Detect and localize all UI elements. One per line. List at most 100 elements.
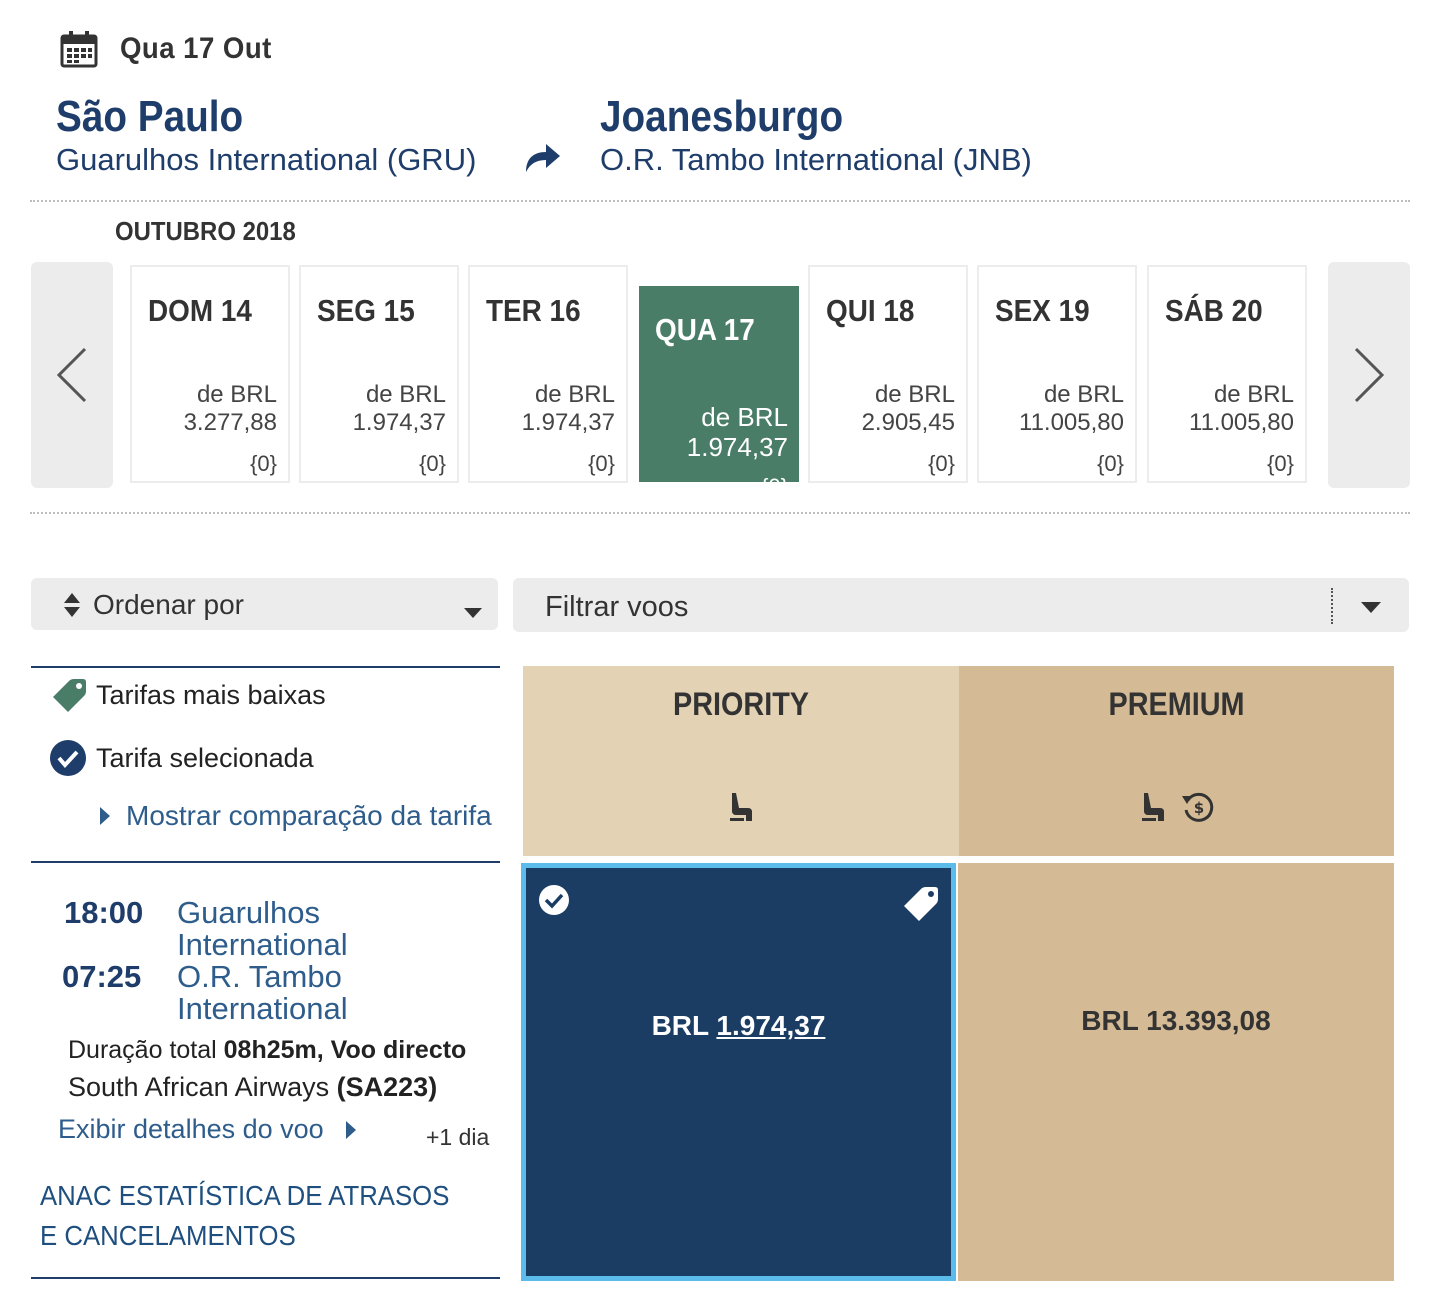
month-label: OUTUBRO 2018 [115,216,296,246]
day-count: {0} [1097,451,1124,476]
legend-selected-text: Tarifa selecionada [96,742,314,773]
refund-icon: $ [1181,792,1213,822]
plus-day-indicator: +1 dia [426,1124,490,1150]
fare-amount: BRL 13.393,08 [958,1005,1394,1037]
departure-airport: Guarulhos International [177,895,348,962]
day-card[interactable]: TER 16 de BRL 1.974,37 {0} [468,265,628,483]
prev-week-button[interactable] [31,262,113,488]
chevron-down-icon [464,608,482,618]
airline-info: South African Airways (SA223) [68,1072,437,1103]
fare-header-priority: PRIORITY [523,666,959,856]
fare-price[interactable]: 1.974,37 [716,1010,825,1041]
filter-dropdown[interactable]: Filtrar voos [513,578,1409,632]
day-name: QUI 18 [826,293,915,328]
day-price: 2.905,45 [861,409,955,436]
day-price: 3.277,88 [183,409,277,436]
anac-statistics-link[interactable]: ANAC ESTATÍSTICA DE ATRASOS E CANCELAMEN… [40,1176,472,1256]
caret-right-icon [100,807,110,825]
day-price: 1.974,37 [686,432,788,462]
seat-icon [1141,793,1164,821]
day-price: 11.005,80 [1189,409,1294,436]
day-price-prefix: de BRL [365,381,446,408]
divider [31,861,500,863]
day-count: {0} [419,451,446,476]
sort-updown-icon [64,593,80,617]
divider [30,200,1410,202]
day-card[interactable]: SÁB 20 de BRL 11.005,80 {0} [1147,265,1307,483]
day-count: {0} [1267,451,1294,476]
day-name: SEX 19 [995,293,1090,328]
calendar-icon [60,31,98,68]
departure-time: 18:00 [64,895,144,930]
caret-right-icon [345,1120,356,1139]
day-name: SÁB 20 [1165,293,1263,328]
fare-amount: BRL 1.974,37 [526,1010,951,1042]
day-price: 1.974,37 [521,409,615,436]
fare-price: 13.393,08 [1146,1005,1271,1036]
price-tag-icon [53,679,86,712]
day-name: DOM 14 [148,293,252,328]
legend-selected-fare: Tarifa selecionada [48,738,314,778]
arrival-airport: O.R. Tambo International [177,959,348,1026]
day-name: SEG 15 [317,293,415,328]
day-card[interactable]: SEX 19 de BRL 11.005,80 {0} [977,265,1137,483]
divider [31,666,500,668]
seat-icon [730,793,752,821]
day-price-prefix: de BRL [534,381,615,408]
origin-airport: Guarulhos International (GRU) [56,142,477,177]
day-price-prefix: de BRL [1043,381,1124,408]
duration-value: 08h25m, Voo directo [223,1036,467,1064]
day-count: {0} [588,451,615,476]
svg-text:$: $ [1193,799,1203,817]
duration-label: Duração total [68,1036,217,1064]
day-card-selected[interactable]: QUA 17 de BRL 1.974,37 {0} [639,286,799,482]
destination-city: Joanesburgo [600,92,844,141]
fare-currency: BRL [651,1010,709,1041]
day-count: {0} [250,451,277,476]
flight-details-link[interactable]: Exibir detalhes do voo [58,1114,356,1145]
origin-city: São Paulo [56,92,244,141]
sort-label: Ordenar por [93,589,244,620]
fare-header-premium: PREMIUM $ [959,666,1394,856]
day-price-prefix: de BRL [196,381,277,408]
price-tag-icon [904,887,938,921]
fare-cell-priority[interactable]: BRL 1.974,37 [521,863,956,1281]
chevron-left-icon [56,347,87,403]
date-text: Qua 17 Out [120,32,272,65]
legend-lowest-text: Tarifas mais baixas [96,679,326,710]
flight-date: Qua 17 Out [60,24,285,74]
day-count: {0} [928,451,955,476]
fare-cell-premium[interactable]: BRL 13.393,08 [958,863,1394,1281]
sort-dropdown[interactable]: Ordenar por [31,578,498,630]
day-price: 1.974,37 [352,409,446,436]
compare-fares-link[interactable]: Mostrar comparação da tarifa [100,800,492,832]
airline-name: South African Airways [68,1072,330,1102]
separator [1331,588,1333,624]
divider [30,512,1410,514]
fare-title: PREMIUM [1108,686,1245,722]
day-count: {0} [761,474,788,482]
day-price-prefix: de BRL [874,381,955,408]
day-card[interactable]: QUI 18 de BRL 2.905,45 {0} [808,265,968,483]
check-circle-icon [539,885,569,915]
day-price-prefix: de BRL [1213,381,1294,408]
compare-fares-text: Mostrar comparação da tarifa [126,800,492,831]
flight-details-text: Exibir detalhes do voo [58,1114,324,1144]
chevron-down-icon [1361,602,1381,613]
filter-label: Filtrar voos [545,591,689,623]
arrival-time: 07:25 [62,959,142,994]
fare-title: PRIORITY [672,686,810,722]
divider [31,1277,500,1279]
day-name: TER 16 [486,293,581,328]
day-price-prefix: de BRL [701,402,788,432]
destination-airport: O.R. Tambo International (JNB) [600,142,1032,177]
fare-currency: BRL [1081,1005,1139,1036]
next-week-button[interactable] [1328,262,1410,488]
flight-duration: Duração total 08h25m, Voo directo [68,1036,466,1065]
flight-number: (SA223) [336,1072,438,1102]
day-card[interactable]: SEG 15 de BRL 1.974,37 {0} [299,265,459,483]
check-circle-icon [50,740,86,776]
day-price: 11.005,80 [1019,409,1124,436]
day-card[interactable]: DOM 14 de BRL 3.277,88 {0} [130,265,290,483]
arrow-icon [526,144,560,172]
